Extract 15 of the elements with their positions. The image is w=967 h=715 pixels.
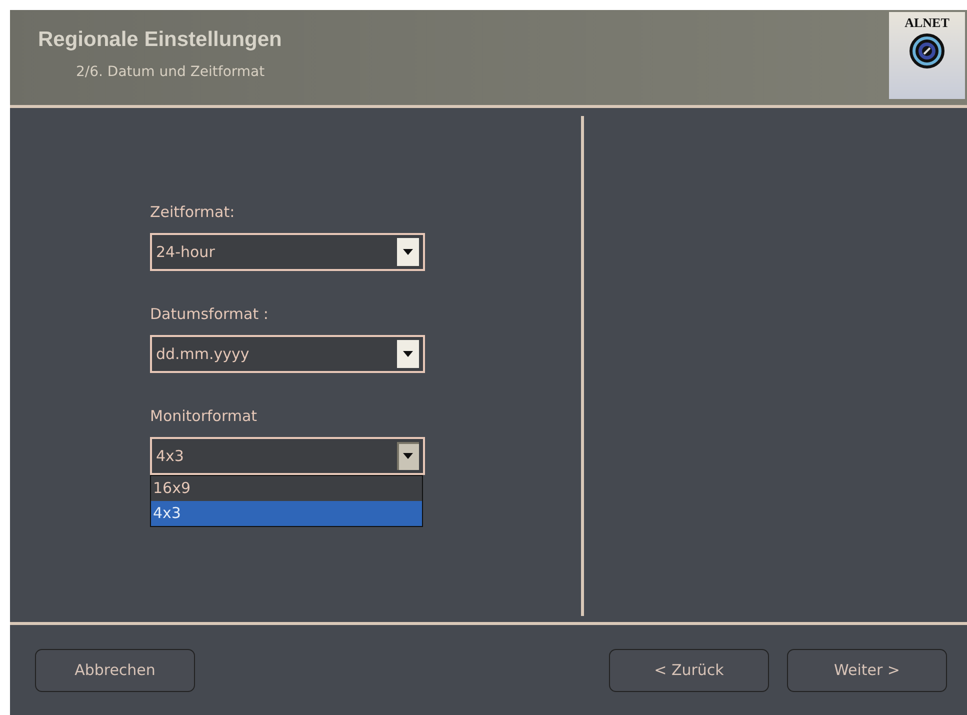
step-subtitle: 2/6. Datum und Zeitformat — [76, 64, 266, 80]
dropdown[interactable]: 24-hour — [150, 233, 425, 271]
lens-icon — [909, 33, 945, 69]
cancel-button[interactable]: Abbrechen — [35, 648, 195, 692]
back-button[interactable]: < Zurück — [609, 648, 769, 692]
field-label: Monitorformat — [150, 407, 258, 425]
next-button[interactable]: Weiter > — [787, 648, 947, 692]
dropdown-option[interactable]: 16x9 — [151, 476, 422, 501]
logo-text: ALNET — [904, 15, 950, 31]
field-label: Datumsformat : — [150, 305, 270, 323]
dropdown[interactable]: 4x3 — [150, 437, 425, 475]
dropdown-option[interactable]: 4x3 — [151, 501, 422, 526]
dropdown[interactable]: dd.mm.yyyy — [150, 335, 425, 373]
wizard-title: Regionale Einstellungen — [38, 28, 282, 52]
field-label: Zeitformat: — [150, 203, 236, 221]
